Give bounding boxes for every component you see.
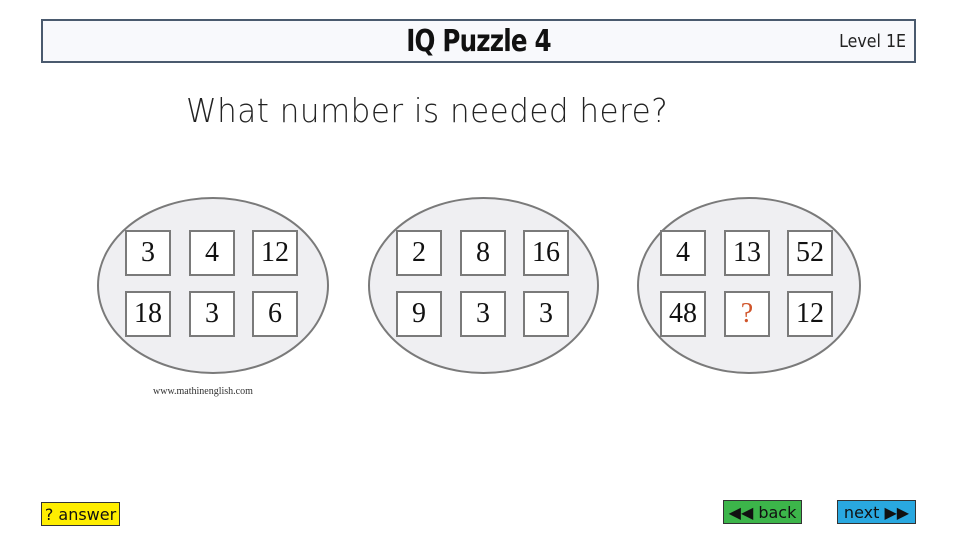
number-cell: 18 (125, 291, 171, 337)
puzzle-group-1 (97, 197, 329, 374)
level-label: Level 1E (839, 31, 906, 52)
back-button[interactable]: ◀◀ back (723, 500, 802, 524)
number-cell: 12 (787, 291, 833, 337)
number-cell: 6 (252, 291, 298, 337)
number-cell: 4 (189, 230, 235, 276)
question-text: What number is needed here? (186, 91, 669, 130)
number-cell: 3 (125, 230, 171, 276)
number-cell: 52 (787, 230, 833, 276)
number-cell: 48 (660, 291, 706, 337)
number-cell: 16 (523, 230, 569, 276)
number-cell: 3 (460, 291, 506, 337)
puzzle-group-2 (368, 197, 599, 374)
title-bar: IQ Puzzle 4 Level 1E (41, 19, 916, 63)
page-title: IQ Puzzle 4 (406, 24, 551, 59)
next-button[interactable]: next ▶▶ (837, 500, 916, 524)
number-cell: 3 (189, 291, 235, 337)
number-cell: 9 (396, 291, 442, 337)
number-cell: 4 (660, 230, 706, 276)
unknown-cell: ? (724, 291, 770, 337)
number-cell: 13 (724, 230, 770, 276)
number-cell: 3 (523, 291, 569, 337)
credit-text: www.mathinenglish.com (153, 386, 253, 397)
puzzle-group-3 (637, 197, 861, 374)
number-cell: 12 (252, 230, 298, 276)
number-cell: 8 (460, 230, 506, 276)
number-cell: 2 (396, 230, 442, 276)
answer-button[interactable]: ? answer (41, 502, 120, 526)
